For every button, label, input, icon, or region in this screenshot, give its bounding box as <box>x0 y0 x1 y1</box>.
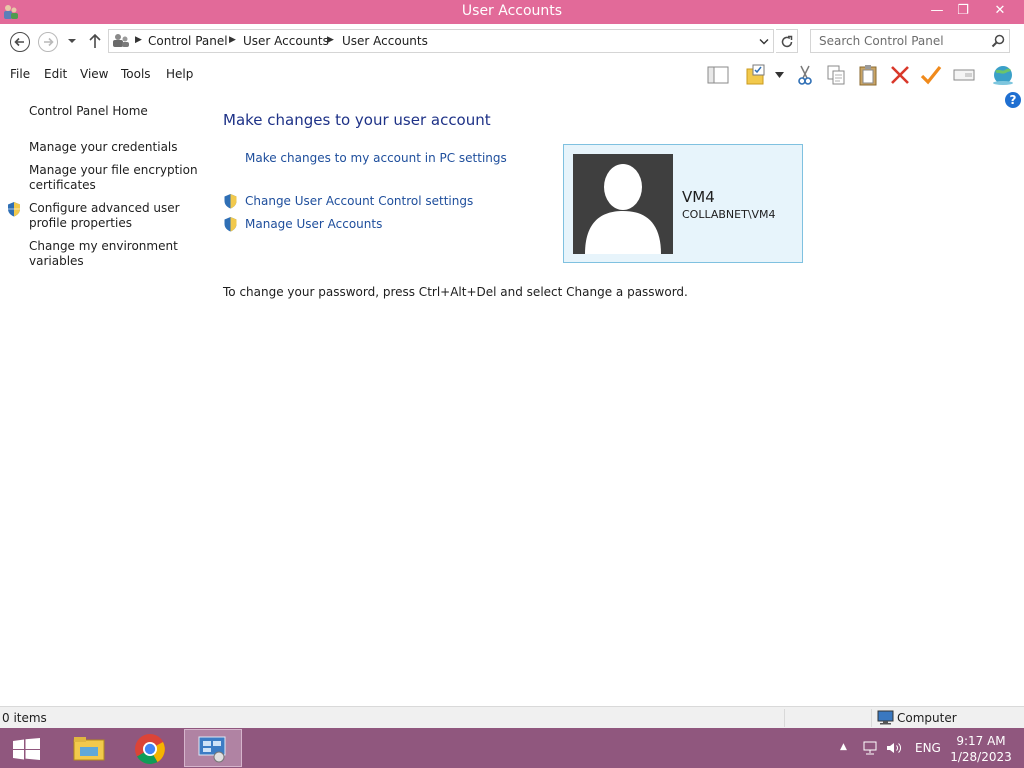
menu-tools[interactable]: Tools <box>121 67 151 81</box>
uac-shield-icon <box>224 194 237 209</box>
user-silhouette-icon <box>585 164 661 254</box>
sidebar-item-control-panel-home[interactable]: Control Panel Home <box>29 104 199 119</box>
avatar <box>573 154 673 254</box>
search-input[interactable] <box>811 30 987 52</box>
sidebar-item-file-encryption[interactable]: Manage your file encryption certificates <box>29 163 199 193</box>
zone-label: Computer <box>897 711 957 725</box>
window-title: User Accounts <box>461 3 563 19</box>
menu-edit[interactable]: Edit <box>44 67 67 81</box>
search-box[interactable] <box>810 29 1010 53</box>
breadcrumb-separator-icon[interactable]: ▶ <box>135 35 142 45</box>
globe-icon <box>993 66 1013 85</box>
up-arrow-icon[interactable] <box>88 33 102 49</box>
computer-icon <box>877 710 894 725</box>
user-account-tile[interactable]: VM4 COLLABNET\VM4 <box>563 144 803 263</box>
sidebar-item-advanced-profile[interactable]: Configure advanced user profile properti… <box>29 201 199 231</box>
user-domain: COLLABNET\VM4 <box>682 208 776 221</box>
help-icon[interactable]: ? <box>1005 92 1021 108</box>
close-button[interactable]: ✕ <box>982 0 1018 22</box>
uac-shield-icon <box>8 202 20 217</box>
input-language-indicator[interactable]: ENG <box>915 741 941 755</box>
breadcrumb-separator-icon[interactable]: ▶ <box>327 35 334 45</box>
folder-properties-icon <box>746 64 765 85</box>
layout-pane-button[interactable] <box>705 62 731 88</box>
uac-settings-link[interactable]: Change User Account Control settings <box>245 194 473 208</box>
user-name: VM4 <box>682 188 715 206</box>
forward-arrow-icon <box>44 37 54 47</box>
breadcrumb-user-accounts-current[interactable]: User Accounts <box>342 34 428 48</box>
cut-icon <box>798 65 812 85</box>
menu-help[interactable]: Help <box>166 67 193 81</box>
taskbar-control-panel[interactable] <box>184 729 242 767</box>
volume-icon[interactable] <box>886 740 902 756</box>
breadcrumb-control-panel[interactable]: Control Panel <box>148 34 228 48</box>
sidebar-item-environment-variables[interactable]: Change my environment variables <box>29 239 199 269</box>
address-bar[interactable]: ▶ Control Panel ▶ User Accounts ▶ User A… <box>108 29 774 53</box>
address-dropdown-icon[interactable] <box>759 38 769 46</box>
copy-icon <box>827 65 845 85</box>
menu-file[interactable]: File <box>10 67 30 81</box>
pc-settings-link[interactable]: Make changes to my account in PC setting… <box>245 151 507 165</box>
maximize-button[interactable]: ❐ <box>946 0 980 22</box>
checkmark-icon <box>920 66 942 85</box>
cut-button[interactable] <box>792 62 818 88</box>
navigation-bar: ▶ Control Panel ▶ User Accounts ▶ User A… <box>0 24 1024 60</box>
taskbar-chrome[interactable] <box>122 729 180 767</box>
sidebar-item-manage-credentials[interactable]: Manage your credentials <box>29 140 199 155</box>
forward-button[interactable] <box>38 32 58 52</box>
status-divider <box>871 709 872 727</box>
uac-shield-icon <box>224 217 237 232</box>
control-panel-icon <box>198 736 226 763</box>
dropdown-arrow-icon[interactable] <box>775 72 784 78</box>
control-panel-icon <box>112 33 130 52</box>
copy-button[interactable] <box>823 62 849 88</box>
status-divider <box>784 709 785 727</box>
clock-time: 9:17 AM <box>956 734 1006 748</box>
manage-user-accounts-link[interactable]: Manage User Accounts <box>245 217 382 231</box>
rename-button[interactable] <box>951 62 977 88</box>
delete-icon <box>891 66 909 84</box>
check-button[interactable] <box>918 62 944 88</box>
search-icon[interactable] <box>991 34 1005 48</box>
delete-button[interactable] <box>887 62 913 88</box>
rename-icon <box>953 69 975 81</box>
password-instructions: To change your password, press Ctrl+Alt+… <box>223 285 688 299</box>
layout-pane-icon <box>707 66 729 84</box>
breadcrumb-user-accounts[interactable]: User Accounts <box>243 34 329 48</box>
clock[interactable]: 9:17 AM 1/28/2023 <box>946 733 1016 765</box>
back-button[interactable] <box>10 32 30 52</box>
menu-bar: File Edit View Tools Help <box>0 60 1024 90</box>
windows-logo-icon <box>13 738 40 760</box>
title-bar[interactable]: User Accounts — ❐ ✕ <box>0 0 1024 24</box>
globe-button[interactable] <box>989 62 1015 88</box>
clock-date: 1/28/2023 <box>950 750 1012 764</box>
paste-button[interactable] <box>855 62 881 88</box>
menu-view[interactable]: View <box>80 67 108 81</box>
start-button[interactable] <box>0 729 58 767</box>
taskbar-file-explorer[interactable] <box>60 729 118 767</box>
page-heading: Make changes to your user account <box>223 111 491 129</box>
refresh-button[interactable] <box>776 29 798 53</box>
breadcrumb-separator-icon[interactable]: ▶ <box>229 35 236 45</box>
paste-icon <box>859 65 877 86</box>
network-icon[interactable] <box>862 740 878 756</box>
back-arrow-icon <box>14 37 24 47</box>
chrome-icon <box>135 734 165 765</box>
folder-properties-button[interactable] <box>743 62 769 88</box>
status-bar: 0 items Computer <box>0 706 1024 728</box>
item-count: 0 items <box>2 711 47 725</box>
file-explorer-icon <box>73 737 105 761</box>
refresh-icon <box>781 35 793 48</box>
taskbar: ▲ ENG 9:17 AM 1/28/2023 <box>0 728 1024 768</box>
show-hidden-icons-icon[interactable]: ▲ <box>840 742 847 752</box>
recent-pages-dropdown-icon[interactable] <box>67 37 77 45</box>
